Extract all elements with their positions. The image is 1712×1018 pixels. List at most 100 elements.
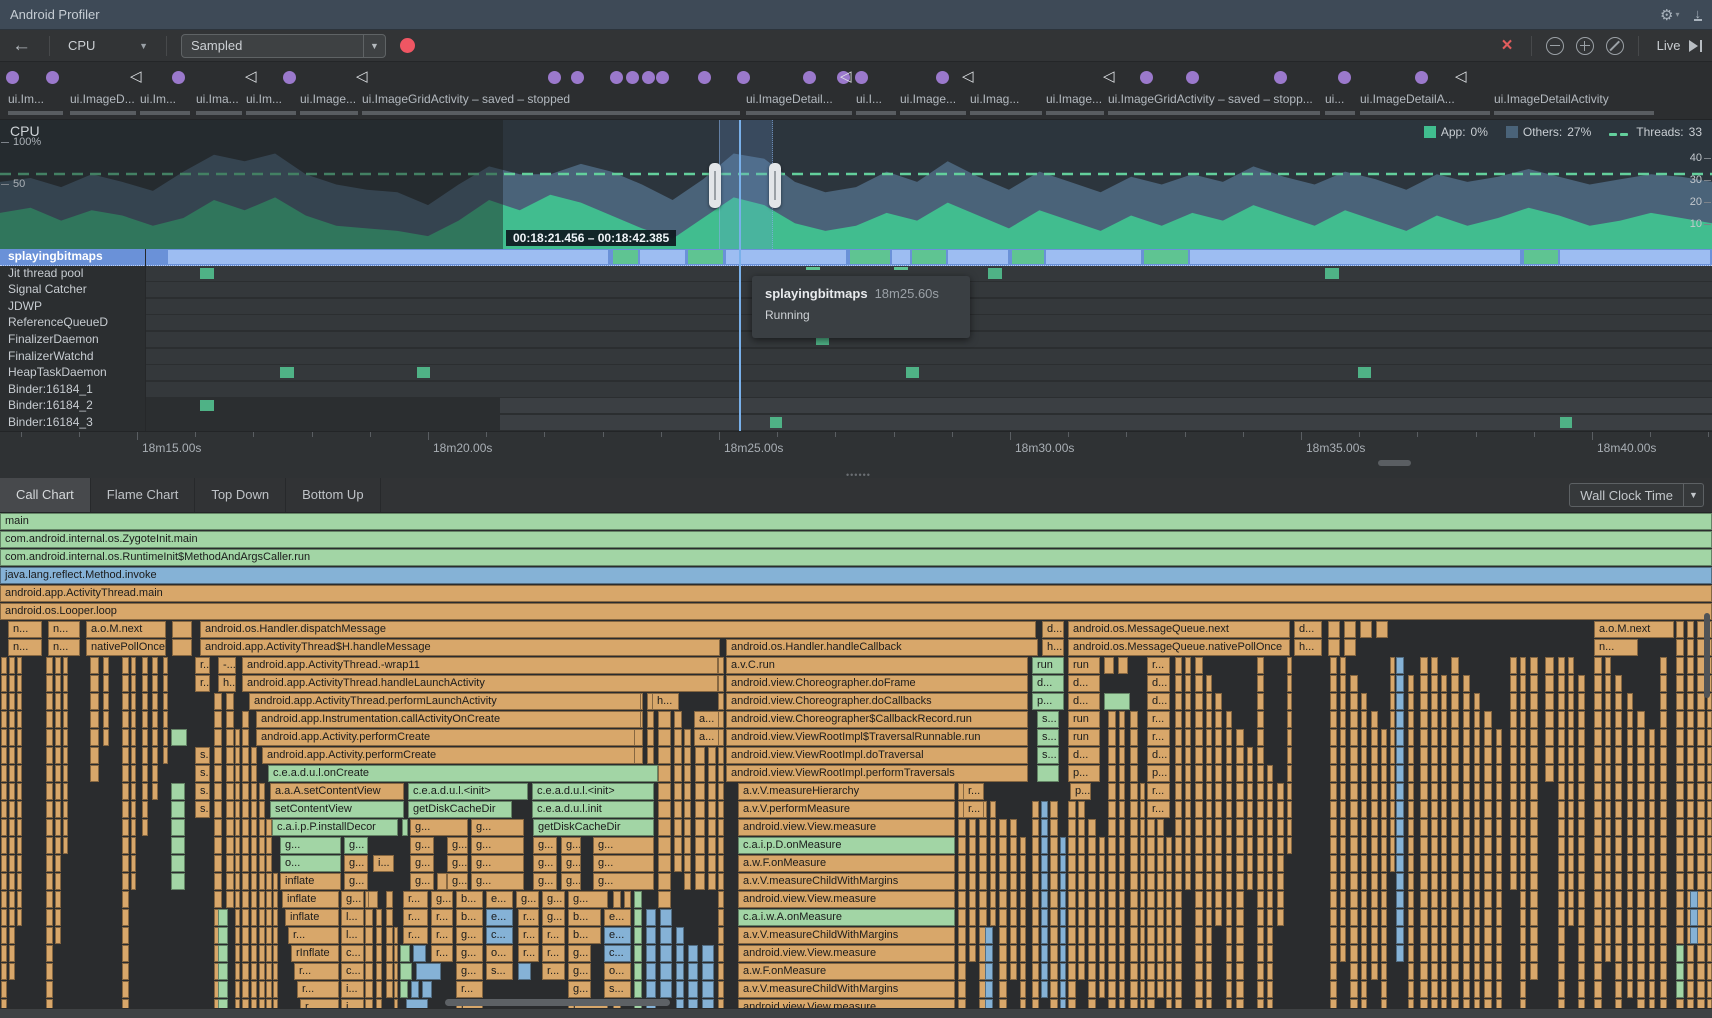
call-chart-block[interactable] <box>1287 711 1292 728</box>
call-chart-block[interactable] <box>1287 837 1292 854</box>
call-chart-block[interactable] <box>1463 945 1470 962</box>
call-chart-block[interactable] <box>1520 873 1526 890</box>
call-chart-block[interactable] <box>1627 819 1633 836</box>
call-chart-block[interactable] <box>718 891 724 908</box>
call-chart-block[interactable] <box>1330 819 1337 836</box>
call-chart-block[interactable] <box>1175 711 1182 728</box>
call-chart-block[interactable] <box>1330 747 1337 764</box>
call-chart-block[interactable]: n... <box>8 639 42 656</box>
call-chart-block[interactable] <box>646 945 656 962</box>
call-chart-block[interactable] <box>660 927 672 944</box>
call-chart-block[interactable] <box>1166 963 1172 980</box>
call-chart-block[interactable] <box>1578 981 1585 998</box>
call-chart-block[interactable] <box>1594 909 1602 926</box>
call-chart-block[interactable] <box>1041 909 1048 926</box>
call-chart-block[interactable] <box>1166 909 1172 926</box>
call-chart-block[interactable]: o... <box>486 945 513 962</box>
call-chart-block[interactable]: a.v.V.measureHierarchy <box>738 783 955 800</box>
call-chart-block[interactable] <box>1130 891 1138 908</box>
call-chart-block[interactable]: com.android.internal.os.RuntimeInit$Meth… <box>0 549 1712 566</box>
call-chart-block[interactable] <box>1257 873 1264 890</box>
call-chart-block[interactable] <box>163 729 168 746</box>
call-chart-block[interactable]: android.view.View.measure <box>738 891 955 908</box>
call-chart-block[interactable] <box>1257 711 1264 728</box>
call-chart-block[interactable] <box>1277 909 1284 926</box>
call-chart-block[interactable] <box>1408 927 1414 944</box>
call-chart-block[interactable] <box>1649 963 1655 980</box>
call-chart-block[interactable] <box>1330 675 1337 692</box>
call-chart-block[interactable] <box>1340 945 1346 962</box>
call-chart-block[interactable] <box>1649 801 1655 818</box>
call-chart-block[interactable] <box>1068 873 1076 890</box>
call-chart-block[interactable] <box>1226 801 1232 818</box>
call-chart-block[interactable] <box>1484 963 1492 980</box>
call-chart-block[interactable] <box>1484 999 1492 1008</box>
call-chart-block[interactable] <box>1050 873 1058 890</box>
call-chart-block[interactable] <box>1032 999 1039 1008</box>
call-chart-block[interactable]: s... <box>1037 747 1059 764</box>
call-chart-block[interactable] <box>1166 855 1172 872</box>
call-chart-block[interactable] <box>1381 927 1387 944</box>
call-chart-block[interactable] <box>242 801 249 818</box>
call-chart-block[interactable] <box>214 765 222 782</box>
call-chart-block[interactable] <box>251 747 257 764</box>
call-chart-block[interactable] <box>1496 729 1502 746</box>
call-chart-block[interactable]: a.o.M.next <box>86 621 166 638</box>
call-chart-block[interactable] <box>958 819 966 836</box>
call-chart-block[interactable] <box>226 693 234 710</box>
call-chart-block[interactable]: r... <box>518 927 539 944</box>
call-chart-block[interactable] <box>1140 801 1145 818</box>
call-chart-block[interactable] <box>1157 819 1164 836</box>
call-chart-block[interactable] <box>1687 711 1694 728</box>
call-chart-block[interactable] <box>1020 945 1026 962</box>
call-chart-block[interactable] <box>1060 873 1066 890</box>
call-chart-block[interactable] <box>1390 675 1395 692</box>
call-chart-block[interactable] <box>999 837 1007 854</box>
call-chart-block[interactable] <box>17 747 22 764</box>
call-chart-block[interactable] <box>55 783 61 800</box>
call-chart-block[interactable] <box>1431 855 1438 872</box>
call-chart-block[interactable] <box>1594 891 1602 908</box>
call-chart-block[interactable] <box>658 801 671 818</box>
call-chart-block[interactable] <box>1520 711 1526 728</box>
call-chart-block[interactable]: s... <box>604 981 631 998</box>
call-chart-block[interactable] <box>1068 927 1076 944</box>
call-chart-block[interactable]: android.view.View.measure <box>738 819 955 836</box>
call-chart-block[interactable]: g... <box>471 819 524 836</box>
call-chart-block[interactable]: c... <box>341 945 364 962</box>
call-chart-block[interactable] <box>646 909 656 926</box>
call-chart-block[interactable] <box>1474 711 1480 728</box>
call-chart-block[interactable] <box>1032 855 1039 872</box>
call-chart-block[interactable] <box>1697 765 1705 782</box>
call-chart-block[interactable] <box>718 909 724 926</box>
call-chart-block[interactable] <box>1408 747 1414 764</box>
call-chart-block[interactable]: g... <box>447 837 468 854</box>
call-chart-block[interactable] <box>634 909 642 926</box>
call-chart-block[interactable] <box>1463 999 1470 1008</box>
call-chart-block[interactable] <box>1185 819 1191 836</box>
call-chart-block[interactable]: g... <box>344 873 368 890</box>
call-chart-block[interactable] <box>1247 819 1253 836</box>
call-chart-block[interactable]: r... <box>288 927 339 944</box>
call-chart-block[interactable] <box>1496 801 1502 818</box>
call-chart-block[interactable] <box>1510 855 1517 872</box>
call-chart-block[interactable] <box>1185 801 1191 818</box>
call-chart-block[interactable] <box>46 675 53 692</box>
call-chart-block[interactable] <box>1605 693 1611 710</box>
call-chart-block[interactable] <box>1627 765 1633 782</box>
call-chart-block[interactable] <box>1236 801 1244 818</box>
call-chart-block[interactable] <box>1605 711 1611 728</box>
call-chart-block[interactable]: g... <box>410 873 434 890</box>
call-chart-block[interactable] <box>674 747 682 764</box>
call-chart-block[interactable] <box>1175 783 1182 800</box>
call-chart-block[interactable] <box>226 891 234 908</box>
call-chart-block[interactable] <box>985 963 993 980</box>
call-chart-block[interactable] <box>1175 963 1182 980</box>
call-chart-block[interactable] <box>708 747 716 764</box>
call-chart-block[interactable] <box>1340 927 1346 944</box>
call-chart-block[interactable] <box>266 891 272 908</box>
call-chart-block[interactable] <box>1431 819 1438 836</box>
call-chart-block[interactable] <box>990 837 996 854</box>
call-chart-block[interactable] <box>1578 783 1585 800</box>
call-chart-block[interactable] <box>1166 999 1172 1008</box>
